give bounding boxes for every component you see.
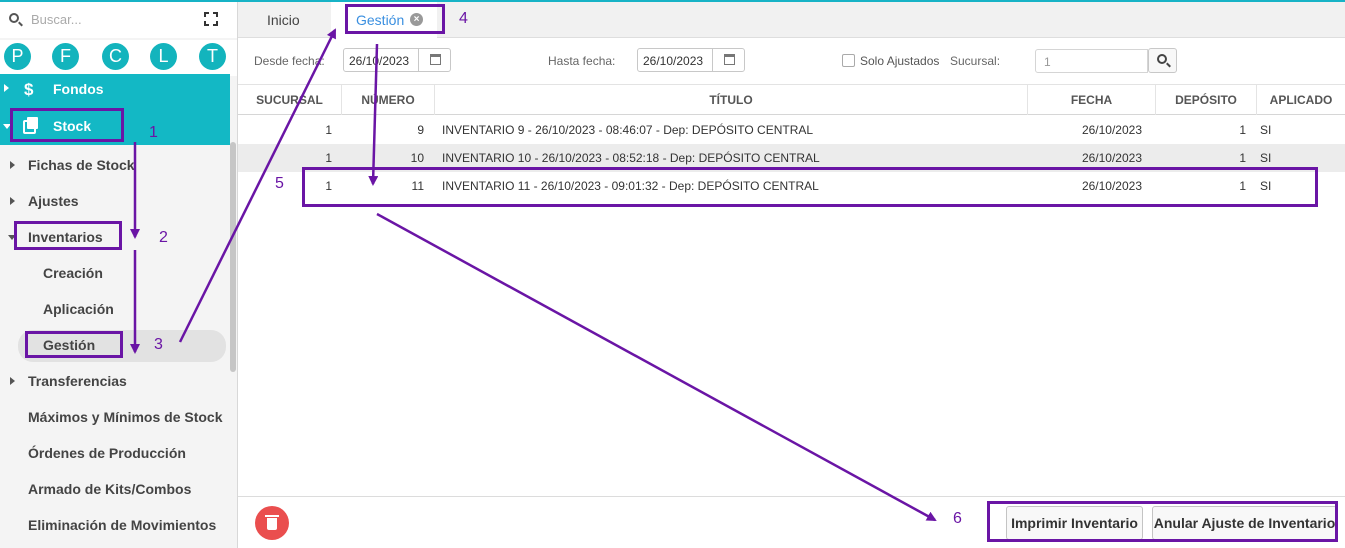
annotation-arrows: [130, 28, 937, 522]
arrow-5-6: [376, 212, 937, 522]
arrow-4-5: [368, 43, 379, 186]
arrow-3-4: [178, 28, 337, 343]
